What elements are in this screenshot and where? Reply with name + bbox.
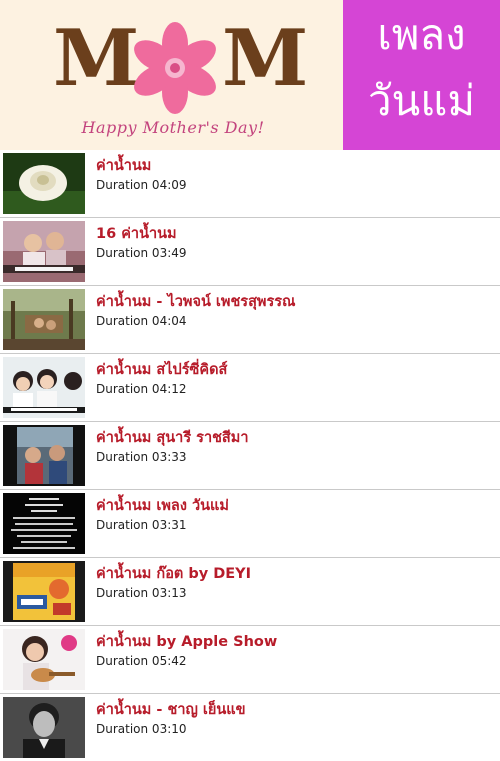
song-list-item[interactable]: ค่าน้ำนม Duration 04:09 bbox=[0, 150, 500, 218]
ukulele-singer-thumbnail bbox=[3, 629, 85, 690]
song-title: ค่าน้ำนม - ชาญ เย็นแข bbox=[96, 702, 246, 718]
song-title: ค่าน้ำนม - ไวพจน์ เพชรสุพรรณ bbox=[96, 294, 296, 310]
song-duration: Duration 03:49 bbox=[96, 246, 187, 260]
village-scene-thumbnail bbox=[3, 289, 85, 350]
song-title: ค่าน้ำนม ก๊อต by DEYI bbox=[96, 566, 252, 582]
mom-letter-m-right: M bbox=[222, 13, 309, 104]
song-list-item[interactable]: ค่าน้ำนม สไปร์ซี่คิดส์ Duration 04:12 bbox=[0, 354, 500, 422]
song-duration: Duration 04:04 bbox=[96, 314, 187, 328]
song-list-item[interactable]: 16 ค่าน้ำนม Duration 03:49 bbox=[0, 218, 500, 286]
song-duration: Duration 03:33 bbox=[96, 450, 187, 464]
song-title: ค่าน้ำนม สุนารี ราชสีมา bbox=[96, 430, 249, 446]
lyrics-screen-thumbnail bbox=[3, 493, 85, 554]
song-list-item[interactable]: ค่าน้ำนม - ชาญ เย็นแข Duration 03:10 bbox=[0, 694, 500, 761]
song-duration: Duration 05:42 bbox=[96, 654, 187, 668]
song-duration: Duration 04:09 bbox=[96, 178, 187, 192]
app-title-line-1: เพลง bbox=[377, 10, 466, 59]
song-title: 16 ค่าน้ำนม bbox=[96, 226, 177, 242]
song-list-item[interactable]: ค่าน้ำนม - ไวพจน์ เพชรสุพรรณ Duration 04… bbox=[0, 286, 500, 354]
song-title: ค่าน้ำนม เพลง วันแม่ bbox=[96, 498, 229, 514]
song-title: ค่าน้ำนม by Apple Show bbox=[96, 634, 278, 650]
vintage-portrait-thumbnail bbox=[3, 697, 85, 758]
song-list-item[interactable]: ค่าน้ำนม ก๊อต by DEYI Duration 03:13 bbox=[0, 558, 500, 626]
song-list-item[interactable]: ค่าน้ำนม สุนารี ราชสีมา Duration 03:33 bbox=[0, 422, 500, 490]
song-list: ค่าน้ำนม Duration 04:09 16 ค่าน้ำนม Dura… bbox=[0, 150, 500, 761]
song-list-item[interactable]: ค่าน้ำนม by Apple Show Duration 05:42 bbox=[0, 626, 500, 694]
white-flower-thumbnail bbox=[3, 153, 85, 214]
song-duration: Duration 03:13 bbox=[96, 586, 187, 600]
song-title: ค่าน้ำนม สไปร์ซี่คิดส์ bbox=[96, 362, 228, 378]
flower-icon bbox=[134, 22, 216, 114]
mom-logo: M M Happy Mother's Day! bbox=[0, 0, 343, 150]
app-title-line-2: วันแม่ bbox=[367, 76, 476, 125]
song-duration: Duration 03:10 bbox=[96, 722, 187, 736]
mothers-day-tagline: Happy Mother's Day! bbox=[81, 118, 265, 137]
song-title: ค่าน้ำนม bbox=[96, 158, 152, 174]
family-photo-thumbnail bbox=[3, 425, 85, 486]
kids-singing-thumbnail bbox=[3, 357, 85, 418]
song-duration: Duration 04:12 bbox=[96, 382, 187, 396]
song-duration: Duration 03:31 bbox=[96, 518, 187, 532]
song-list-item[interactable]: ค่าน้ำนม เพลง วันแม่ Duration 03:31 bbox=[0, 490, 500, 558]
album-cover-thumbnail bbox=[3, 561, 85, 622]
header-banner: M M Happy Mother's Day! เพลง วันแม่ bbox=[0, 0, 500, 150]
mother-daughter-thumbnail bbox=[3, 221, 85, 282]
